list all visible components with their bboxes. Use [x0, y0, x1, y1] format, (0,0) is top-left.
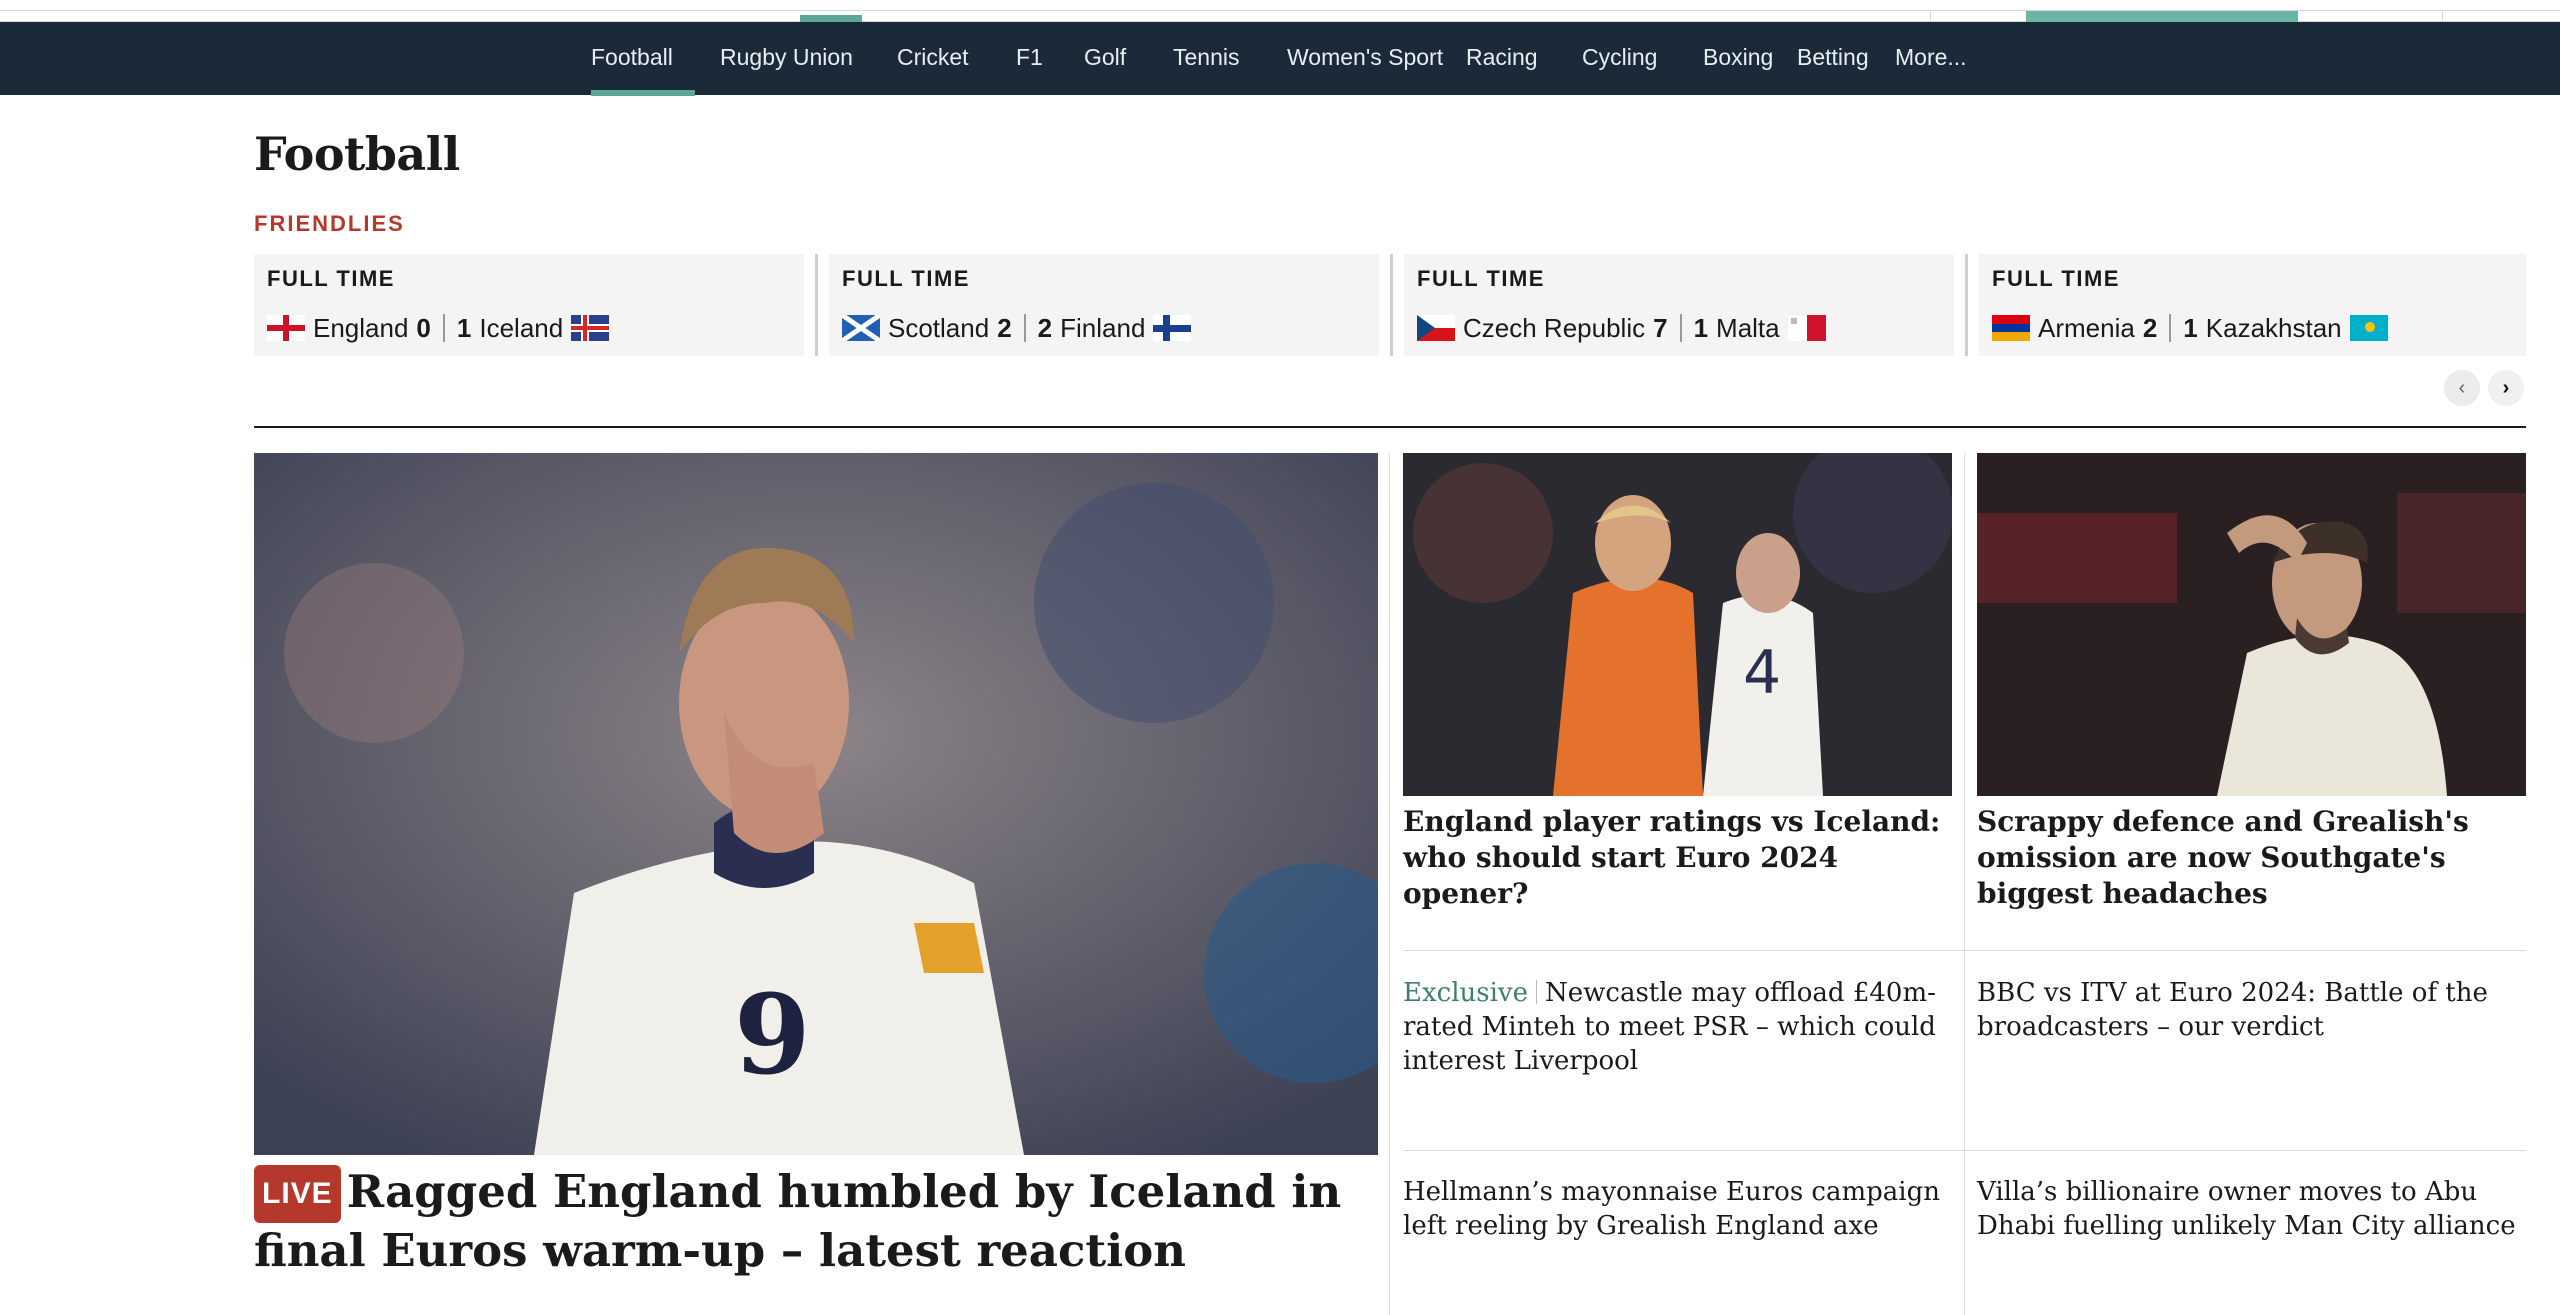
story-headline[interactable]: Scrappy defence and Grealish's omission … [1977, 804, 2526, 912]
nav-item-golf[interactable]: Golf [1084, 44, 1126, 96]
nav-item-womens-sport[interactable]: Women's Sport [1287, 44, 1443, 96]
lead-story-image[interactable]: 9 [254, 453, 1378, 1155]
nav-item-boxing[interactable]: Boxing [1703, 44, 1773, 96]
card-divider [815, 254, 818, 356]
chevron-right-icon: › [2502, 376, 2510, 399]
czech-republic-flag-icon [1417, 315, 1455, 341]
scotland-flag-icon [842, 315, 880, 341]
column-divider [1389, 453, 1390, 1315]
top-divider [1930, 11, 1931, 22]
exclusive-kicker: Exclusive [1403, 978, 1528, 1008]
sport-nav: Football Rugby Union Cricket F1 Golf Ten… [0, 22, 2560, 96]
svg-text:4: 4 [1743, 638, 1781, 708]
malta-flag-icon [1787, 315, 1826, 341]
card-divider [1390, 254, 1393, 356]
top-accent-button[interactable] [2026, 11, 2298, 22]
card-divider [1965, 254, 1968, 356]
home-score: 7 [1653, 312, 1668, 343]
top-strip [0, 0, 2560, 22]
home-team: Scotland [888, 312, 990, 343]
nav-item-rugby-union[interactable]: Rugby Union [720, 44, 853, 96]
score-divider [2169, 314, 2172, 342]
match-status: FULL TIME [1992, 266, 2120, 291]
nav-item-cycling[interactable]: Cycling [1582, 44, 1657, 96]
story-image-player-ratings[interactable]: 4 [1403, 453, 1952, 796]
home-team: Armenia [2038, 312, 2135, 343]
england-flag-icon [267, 315, 305, 341]
live-badge: LIVE [254, 1165, 341, 1223]
score-row: England 0 1 Iceland [267, 308, 610, 348]
nav-item-f1[interactable]: F1 [1016, 44, 1043, 96]
iceland-flag-icon [571, 315, 610, 341]
story-image-southgate[interactable] [1977, 453, 2526, 796]
story-headline-exclusive[interactable]: Exclusive Newcastle may offload £40m-rate… [1403, 976, 1952, 1078]
row-divider [1403, 1150, 2526, 1151]
score-row: Scotland 2 2 Finland [842, 308, 1192, 348]
story-headline[interactable]: Villa’s billionaire owner moves to Abu D… [1977, 1175, 2526, 1243]
away-team: Kazakhstan [2205, 312, 2342, 343]
match-status: FULL TIME [267, 266, 395, 291]
match-status: FULL TIME [1417, 266, 1545, 291]
home-team: England [313, 312, 409, 343]
page-title: Football [254, 127, 460, 181]
score-card[interactable]: FULL TIME Armenia 2 1 Kazakhstan [1979, 254, 2526, 356]
top-divider [2442, 11, 2443, 22]
lead-headline-text: Ragged England humbled by Iceland in fin… [254, 1165, 1342, 1277]
story-headline[interactable]: England player ratings vs Iceland: who s… [1403, 804, 1952, 912]
home-score: 2 [997, 312, 1012, 343]
competition-label: FRIENDLIES [254, 211, 405, 236]
carousel-prev-button[interactable]: ‹ [2444, 370, 2480, 406]
score-divider [1679, 314, 1682, 342]
home-score: 2 [2142, 312, 2158, 343]
chevron-left-icon: ‹ [2458, 376, 2466, 399]
away-team: Finland [1060, 312, 1146, 343]
nav-item-more[interactable]: More... [1895, 44, 1967, 96]
finland-flag-icon [1153, 315, 1192, 341]
score-card[interactable]: FULL TIME England 0 1 Iceland [254, 254, 804, 356]
svg-text:9: 9 [734, 970, 811, 1099]
carousel-next-button[interactable]: › [2488, 370, 2524, 406]
nav-item-racing[interactable]: Racing [1466, 44, 1538, 96]
kazakhstan-flag-icon [2349, 315, 2388, 341]
score-card[interactable]: FULL TIME Scotland 2 2 Finland [829, 254, 1379, 356]
score-row: Czech Republic 7 1 Malta [1417, 308, 1826, 348]
score-row: Armenia 2 1 Kazakhstan [1992, 308, 2388, 348]
nav-item-cricket[interactable]: Cricket [897, 44, 969, 96]
nav-item-betting[interactable]: Betting [1797, 44, 1869, 96]
away-score: 1 [1693, 312, 1709, 343]
home-team: Czech Republic [1463, 312, 1646, 343]
match-status: FULL TIME [842, 266, 970, 291]
away-team: Iceland [479, 312, 564, 343]
score-divider [1023, 314, 1026, 342]
away-score: 1 [2183, 312, 2198, 343]
away-score: 1 [456, 312, 472, 343]
away-team: Malta [1716, 312, 1780, 343]
story-headline[interactable]: BBC vs ITV at Euro 2024: Battle of the b… [1977, 976, 2526, 1044]
kicker-divider [1536, 980, 1537, 1004]
score-card[interactable]: FULL TIME Czech Republic 7 1 Malta [1404, 254, 1954, 356]
armenia-flag-icon [1992, 315, 2030, 341]
story-headline[interactable]: Hellmann’s mayonnaise Euros campaign lef… [1403, 1175, 1952, 1243]
away-score: 2 [1037, 312, 1053, 343]
score-divider [442, 314, 445, 342]
home-score: 0 [416, 312, 431, 343]
section-rule [254, 426, 2526, 428]
column-divider [1964, 453, 1965, 1315]
row-divider [1403, 950, 2526, 951]
nav-item-tennis[interactable]: Tennis [1173, 44, 1239, 96]
top-accent-tab [800, 15, 862, 22]
lead-story-headline[interactable]: LIVE Ragged England humbled by Iceland in… [254, 1164, 1378, 1279]
nav-item-football[interactable]: Football [591, 44, 695, 96]
